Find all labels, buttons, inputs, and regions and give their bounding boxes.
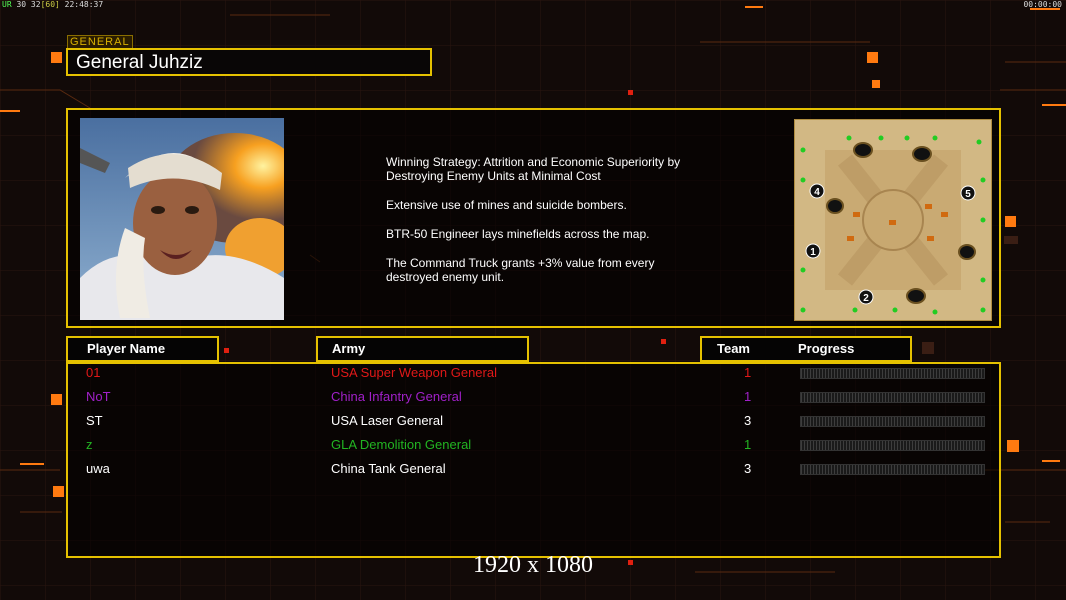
player-army: China Tank General bbox=[331, 461, 446, 476]
player-team: 3 bbox=[744, 461, 752, 476]
player-row: ST USA Laser General 3 bbox=[66, 411, 1001, 431]
player-army: USA Super Weapon General bbox=[331, 365, 497, 380]
clock: 22:48:37 bbox=[64, 0, 104, 9]
progress-bar bbox=[800, 464, 985, 475]
player-army: GLA Demolition General bbox=[331, 437, 472, 452]
fps-readout: 30 32 bbox=[16, 0, 41, 9]
debug-overlay: UR 30 32[60] 22:48:37 bbox=[2, 0, 103, 9]
player-row: uwa China Tank General 3 bbox=[66, 459, 1001, 479]
debug-prefix: UR bbox=[2, 0, 12, 9]
map-preview: 4 5 1 2 bbox=[794, 119, 992, 321]
player-name-header: Player Name bbox=[66, 336, 219, 362]
player-team: 1 bbox=[744, 365, 752, 380]
progress-bar bbox=[800, 368, 985, 379]
player-army: USA Laser General bbox=[331, 413, 444, 428]
player-army: China Infantry General bbox=[331, 389, 462, 404]
player-name: z bbox=[86, 437, 93, 452]
map-start-2: 2 bbox=[863, 293, 869, 304]
description-line: Winning Strategy: Attrition and Economic… bbox=[386, 155, 681, 183]
player-team: 1 bbox=[744, 437, 752, 452]
description-line: The Command Truck grants +3% value from … bbox=[386, 256, 655, 284]
game-timer: 00:00:00 bbox=[1023, 0, 1062, 9]
map-start-4: 4 bbox=[814, 187, 820, 198]
player-team: 1 bbox=[744, 389, 752, 404]
progress-bar bbox=[800, 416, 985, 427]
general-description: Winning Strategy: Attrition and Economic… bbox=[386, 155, 746, 299]
description-line: BTR-50 Engineer lays minefields across t… bbox=[386, 227, 650, 241]
resolution-label: 1920 x 1080 bbox=[473, 552, 593, 578]
player-row: z GLA Demolition General 1 bbox=[66, 435, 1001, 455]
general-portrait bbox=[80, 118, 284, 320]
player-row: 01 USA Super Weapon General 1 bbox=[66, 363, 1001, 383]
map-start-1: 1 bbox=[810, 247, 816, 258]
fps-limit: [60] bbox=[40, 0, 60, 9]
player-name: 01 bbox=[86, 365, 101, 380]
team-header: Team bbox=[717, 341, 750, 356]
progress-header: Progress bbox=[798, 341, 855, 356]
general-tag: GENERAL bbox=[67, 35, 133, 49]
player-name: uwa bbox=[86, 461, 110, 476]
player-row: NoT China Infantry General 1 bbox=[66, 387, 1001, 407]
progress-bar bbox=[800, 440, 985, 451]
progress-bar bbox=[800, 392, 985, 403]
player-name: ST bbox=[86, 413, 103, 428]
map-start-5: 5 bbox=[965, 189, 971, 200]
army-header: Army bbox=[316, 336, 529, 362]
general-title: General Juhziz bbox=[66, 48, 432, 76]
description-line: Extensive use of mines and suicide bombe… bbox=[386, 198, 627, 212]
player-team: 3 bbox=[744, 413, 752, 428]
player-name: NoT bbox=[86, 389, 111, 404]
team-progress-header: Team Progress bbox=[700, 336, 912, 362]
